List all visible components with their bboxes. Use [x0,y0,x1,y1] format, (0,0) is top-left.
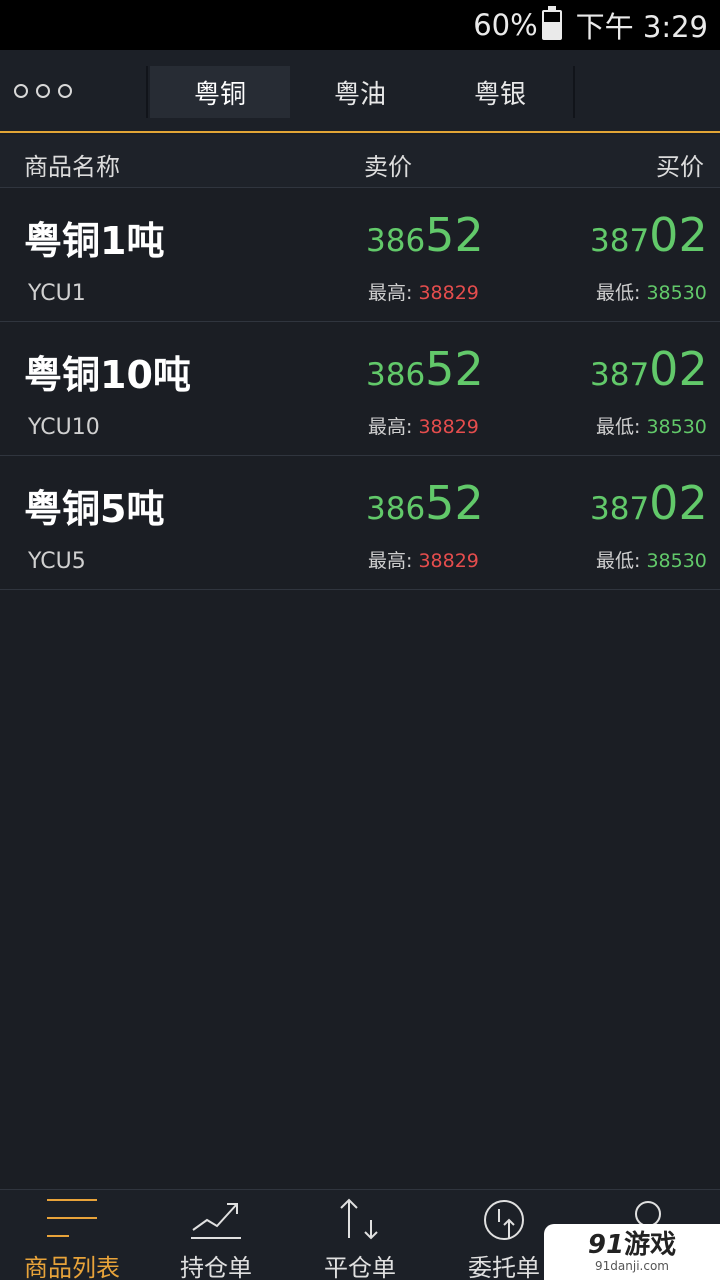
high-value: 38829 [418,282,479,304]
high-label: 最高: [368,550,413,572]
low-value: 38530 [646,550,707,572]
nav-closed-positions[interactable]: 平仓单 [288,1190,432,1280]
high-value: 38829 [418,550,479,572]
tab-label: 粤油 [333,79,386,110]
divider [146,66,148,118]
status-right: 60% 下午 3:29 [473,6,708,44]
product-code: YCU1 [28,281,86,306]
product-code: YCU5 [28,549,86,574]
column-sell: 卖价 [364,153,412,181]
clock: 下午 3:29 [575,10,708,44]
column-buy: 买价 [656,153,704,181]
top-nav: 粤铜 粤油 粤银 [0,50,720,133]
nav-label: 商品列表 [24,1254,120,1280]
buy-price[interactable]: 38702 [590,342,708,396]
high-stat: 最高: 38829 [368,278,479,305]
product-row[interactable]: 粤铜10吨 YCU10 38652 38702 最高: 38829 最低: 38… [0,322,720,456]
watermark-url: 91danji.com [595,1259,669,1273]
list-icon [47,1199,97,1237]
buy-price-prefix: 387 [590,491,650,527]
sell-price-prefix: 386 [366,223,426,259]
buy-price-suffix: 02 [649,208,708,262]
product-name: 粤铜1吨 [24,219,165,263]
watermark-brand: 91游戏 [587,1230,677,1260]
tab-oil[interactable]: 粤油 [290,66,430,118]
battery-indicator: 60% [473,6,562,42]
tab-copper[interactable]: 粤铜 [150,66,290,118]
high-stat: 最高: 38829 [368,412,479,439]
buy-price[interactable]: 38702 [590,476,708,530]
sell-price-suffix: 52 [425,208,484,262]
buy-price-suffix: 02 [649,342,708,396]
tab-label: 粤银 [473,79,526,110]
sell-price-suffix: 52 [425,476,484,530]
clock-upload-icon [484,1200,524,1240]
low-label: 最低: [596,550,641,572]
arrows-up-down-icon [340,1198,378,1240]
divider [573,66,575,118]
battery-icon [541,6,562,40]
buy-price[interactable]: 38702 [590,208,708,262]
low-stat: 最低: 38530 [596,278,707,305]
buy-price-prefix: 387 [590,223,650,259]
sell-price[interactable]: 38652 [366,476,484,530]
more-button[interactable] [14,76,84,106]
sell-price-prefix: 386 [366,357,426,393]
sell-price[interactable]: 38652 [366,208,484,262]
low-label: 最低: [596,282,641,304]
buy-price-prefix: 387 [590,357,650,393]
low-stat: 最低: 38530 [596,546,707,573]
high-value: 38829 [418,416,479,438]
column-name: 商品名称 [24,153,120,181]
low-value: 38530 [646,416,707,438]
product-name: 粤铜5吨 [24,487,165,531]
more-dot-icon [58,84,72,98]
product-code: YCU10 [28,415,100,440]
tab-silver[interactable]: 粤银 [430,66,570,118]
status-bar: 60% 下午 3:29 [0,0,720,50]
high-label: 最高: [368,416,413,438]
nav-positions[interactable]: 持仓单 [144,1190,288,1280]
high-label: 最高: [368,282,413,304]
nav-label: 持仓单 [180,1254,252,1280]
battery-percent: 60% [473,8,538,42]
product-name: 粤铜10吨 [24,353,191,397]
product-row[interactable]: 粤铜1吨 YCU1 38652 38702 最高: 38829 最低: 3853… [0,188,720,322]
more-dot-icon [14,84,28,98]
more-dot-icon [36,84,50,98]
nav-product-list[interactable]: 商品列表 [0,1190,144,1280]
low-stat: 最低: 38530 [596,412,707,439]
tab-label: 粤铜 [193,79,246,110]
watermark-logo: 91游戏 91danji.com [544,1224,720,1280]
buy-price-suffix: 02 [649,476,708,530]
sell-price-prefix: 386 [366,491,426,527]
column-header: 商品名称 卖价 买价 [0,135,720,188]
high-stat: 最高: 38829 [368,546,479,573]
low-label: 最低: [596,416,641,438]
nav-label: 平仓单 [324,1254,396,1280]
low-value: 38530 [646,282,707,304]
sell-price-suffix: 52 [425,342,484,396]
sell-price[interactable]: 38652 [366,342,484,396]
product-row[interactable]: 粤铜5吨 YCU5 38652 38702 最高: 38829 最低: 3853… [0,456,720,590]
trend-up-icon [191,1203,241,1239]
